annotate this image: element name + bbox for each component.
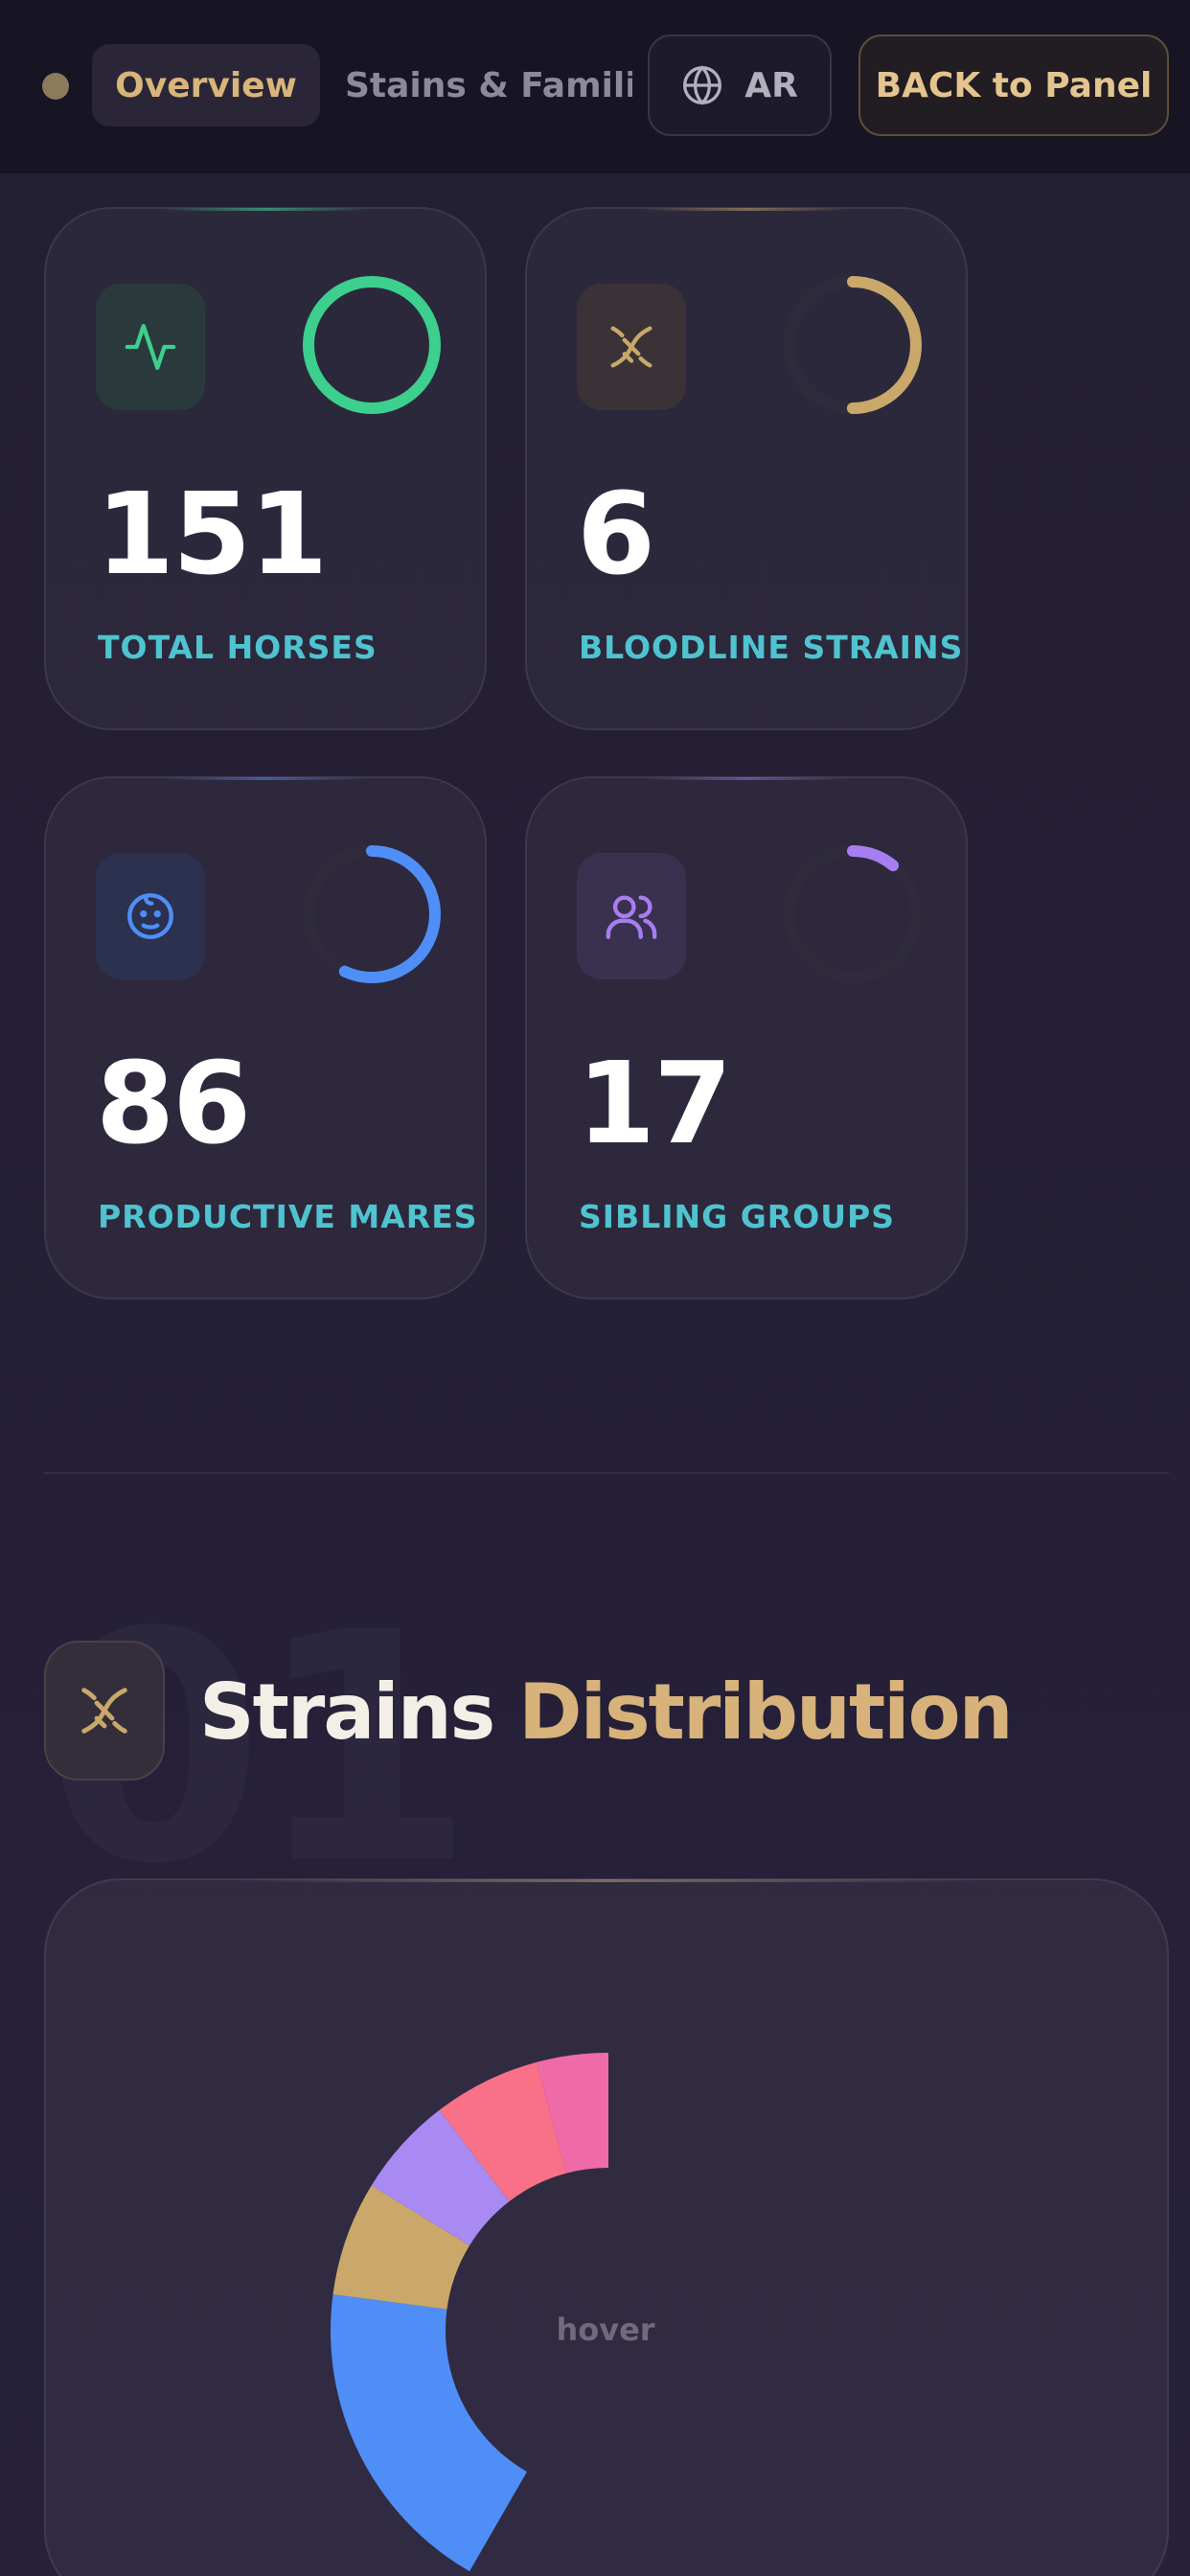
stat-card-productive-mares: 86 PRODUCTIVE MARES xyxy=(44,776,487,1300)
progress-ring xyxy=(303,845,441,983)
baby-icon xyxy=(127,893,173,939)
activity-icon xyxy=(125,324,176,370)
section-title-part2: Distribution xyxy=(518,1668,1013,1757)
stat-label: TOTAL HORSES xyxy=(98,629,378,666)
stat-card-bloodline-strains: 6 BLOODLINE STRAINS xyxy=(525,207,968,730)
progress-ring xyxy=(784,845,922,983)
stat-value: 151 xyxy=(96,468,328,600)
tab-overview[interactable]: Overview xyxy=(92,44,320,126)
dna-icon xyxy=(81,1688,127,1734)
stat-label: PRODUCTIVE MARES xyxy=(98,1198,478,1235)
icon-tile xyxy=(577,853,686,979)
stat-value: 6 xyxy=(577,468,655,600)
stat-value: 86 xyxy=(96,1037,251,1169)
language-label: AR xyxy=(744,65,798,105)
stat-label: BLOODLINE STRAINS xyxy=(579,629,964,666)
icon-tile xyxy=(577,284,686,410)
language-button[interactable]: AR xyxy=(648,34,832,136)
tab-strains-families[interactable]: Stains & Familie xyxy=(345,44,632,126)
section-title-part1: Strains xyxy=(199,1668,495,1757)
strains-distribution-chart-card xyxy=(44,1878,1169,2576)
chart-center-hint: hover xyxy=(556,2312,655,2348)
stat-value: 17 xyxy=(577,1037,732,1169)
progress-ring xyxy=(784,276,922,414)
page: Overview Stains & Familie AR BACK to Pan… xyxy=(0,0,1190,2576)
icon-tile xyxy=(96,853,205,979)
icon-tile xyxy=(96,284,205,410)
stat-card-sibling-groups: 17 SIBLING GROUPS xyxy=(525,776,968,1300)
strains-donut-chart[interactable] xyxy=(46,1880,1171,2576)
section-title: Strains Distribution xyxy=(199,1668,1014,1757)
stat-card-total-horses: 151 TOTAL HORSES xyxy=(44,207,487,730)
status-dot xyxy=(42,73,69,100)
section-divider xyxy=(44,1472,1169,1474)
dna-icon xyxy=(610,326,652,368)
users-icon xyxy=(606,895,657,939)
top-navigation: Overview Stains & Familie AR BACK to Pan… xyxy=(0,0,1190,174)
globe-icon xyxy=(683,65,722,105)
progress-ring xyxy=(303,276,441,414)
back-to-panel-button[interactable]: BACK to Panel xyxy=(858,34,1169,136)
donut-slice-0[interactable] xyxy=(331,2294,527,2572)
stat-label: SIBLING GROUPS xyxy=(579,1198,895,1235)
section-icon-tile xyxy=(44,1641,165,1781)
